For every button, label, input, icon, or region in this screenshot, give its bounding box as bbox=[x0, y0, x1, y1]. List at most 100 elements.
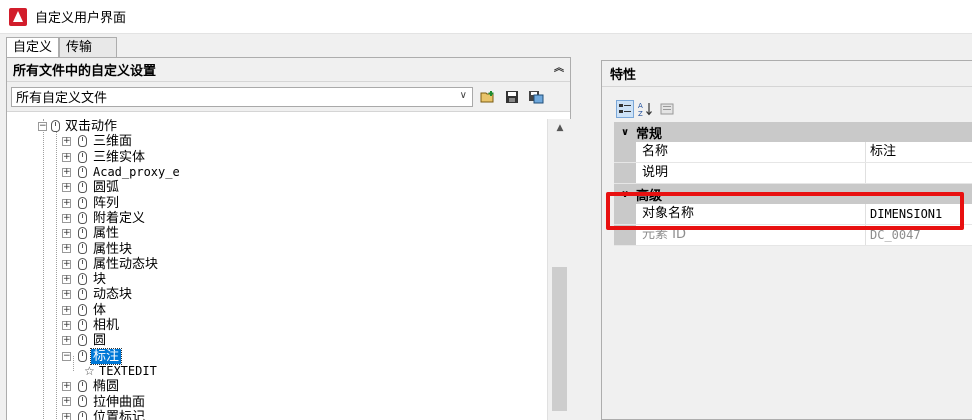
expand-node-icon[interactable]: + bbox=[62, 167, 71, 177]
tree-node-object-type[interactable]: + Acad_proxy_e bbox=[7, 165, 547, 180]
mouse-icon bbox=[78, 288, 87, 301]
expand-node-icon[interactable]: + bbox=[62, 183, 71, 193]
tree-node-object-type[interactable]: + 位置标记 bbox=[7, 410, 547, 420]
tree-node-command[interactable]: ☆ TEXTEDIT bbox=[7, 364, 547, 379]
tree-node-object-type[interactable]: + 拉伸曲面 bbox=[7, 394, 547, 410]
chevron-down-icon: ∨ bbox=[459, 89, 467, 101]
open-file-icon[interactable] bbox=[479, 88, 497, 106]
category-general[interactable]: ∨ 常规 bbox=[614, 122, 972, 142]
scrollbar-thumb[interactable] bbox=[552, 267, 567, 411]
mouse-icon bbox=[78, 380, 87, 393]
scroll-up-icon[interactable]: ▲ bbox=[548, 119, 572, 137]
properties-header: 特性 bbox=[602, 61, 972, 87]
tree-node-label: 动态块 bbox=[93, 287, 133, 303]
tree-node-label: 属性动态块 bbox=[93, 256, 159, 272]
tree-node-object-type[interactable]: + 三维面 bbox=[7, 134, 547, 149]
tree-node-label: 附着定义 bbox=[93, 210, 146, 226]
mouse-icon bbox=[78, 410, 87, 420]
collapse-node-icon[interactable]: − bbox=[38, 122, 47, 131]
tree-node-label: 拉伸曲面 bbox=[93, 394, 146, 410]
tree-node-double-click-actions[interactable]: − 双击动作 bbox=[7, 119, 547, 134]
tree-node-object-type[interactable]: + 阵列 bbox=[7, 196, 547, 211]
customizations-header-label: 所有文件中的自定义设置 bbox=[13, 64, 157, 79]
tree-node-label: 圆 bbox=[93, 333, 107, 349]
tree-node-object-type[interactable]: + 圆弧 bbox=[7, 180, 547, 195]
property-row-object-name[interactable]: 对象名称 DIMENSION1 bbox=[614, 204, 972, 225]
tab-transfer[interactable]: 传输 bbox=[59, 37, 118, 57]
customization-file-dropdown[interactable]: 所有自定义文件 ∨ bbox=[11, 86, 473, 107]
expand-node-icon[interactable]: + bbox=[62, 336, 71, 346]
expand-node-icon[interactable]: + bbox=[62, 397, 71, 407]
mouse-icon bbox=[78, 165, 87, 178]
property-value: DC_0047 bbox=[866, 225, 972, 245]
expand-node-icon[interactable]: + bbox=[62, 275, 71, 284]
expand-node-icon[interactable]: + bbox=[62, 305, 71, 315]
expand-node-icon[interactable]: + bbox=[62, 290, 71, 300]
property-row-description[interactable]: 说明 bbox=[614, 163, 972, 184]
expand-node-icon[interactable]: + bbox=[62, 382, 71, 392]
expand-node-icon[interactable]: + bbox=[62, 244, 71, 254]
expand-node-icon[interactable]: + bbox=[62, 152, 71, 162]
property-row-name[interactable]: 名称 标注 bbox=[614, 142, 972, 163]
tree-node-object-type[interactable]: + 属性动态块 bbox=[7, 257, 547, 272]
expand-node-icon[interactable]: + bbox=[62, 320, 71, 330]
tab-customize[interactable]: 自定义 bbox=[6, 37, 60, 58]
tree-node-object-type[interactable]: + 体 bbox=[7, 303, 547, 318]
tree-node-object-type[interactable]: + 圆 bbox=[7, 333, 547, 348]
property-row-element-id: 元素 ID DC_0047 bbox=[614, 225, 972, 246]
property-name: 对象名称 bbox=[636, 204, 866, 224]
panel-splitter[interactable] bbox=[571, 57, 601, 420]
mouse-icon bbox=[78, 135, 87, 148]
tree-node-object-type[interactable]: + 块 bbox=[7, 272, 547, 287]
properties-toolbar: AZ bbox=[616, 99, 679, 119]
collapse-node-icon[interactable]: − bbox=[62, 351, 71, 361]
expand-node-icon[interactable]: + bbox=[62, 137, 71, 147]
tree-node-label: 椭圆 bbox=[93, 379, 120, 395]
save-icon[interactable] bbox=[503, 88, 521, 106]
properties-panel: 特性 AZ ∨ 常规 名称 标注 说明 ∨ 高级 对象名称 DIMENSION1… bbox=[601, 60, 972, 420]
expand-node-icon[interactable]: + bbox=[62, 412, 71, 420]
expand-node-icon[interactable]: + bbox=[62, 259, 71, 269]
alphabetical-sort-icon[interactable]: AZ bbox=[637, 100, 655, 118]
property-pages-icon[interactable] bbox=[658, 100, 676, 118]
property-value[interactable] bbox=[866, 163, 972, 183]
tree-node-object-type[interactable]: + 相机 bbox=[7, 318, 547, 333]
command-star-icon: ☆ bbox=[84, 363, 95, 378]
tree-node-label: 体 bbox=[93, 302, 107, 318]
title-bar: 自定义用户界面 bbox=[0, 0, 972, 34]
property-name: 说明 bbox=[636, 163, 866, 183]
mouse-icon bbox=[78, 349, 87, 362]
tree-node-object-type[interactable]: + 动态块 bbox=[7, 287, 547, 302]
save-as-icon[interactable] bbox=[527, 88, 545, 106]
tree-node-label: 三维面 bbox=[93, 134, 133, 150]
chevron-down-icon[interactable]: ∨ bbox=[614, 189, 636, 200]
mouse-icon bbox=[78, 150, 87, 163]
expand-node-icon[interactable]: + bbox=[62, 229, 71, 239]
property-value[interactable]: 标注 bbox=[866, 142, 972, 162]
mouse-icon bbox=[78, 303, 87, 316]
tree-node-object-type[interactable]: + 属性块 bbox=[7, 241, 547, 257]
mouse-icon bbox=[78, 211, 87, 224]
property-name: 元素 ID bbox=[636, 225, 866, 245]
tree-node-label: 圆弧 bbox=[93, 180, 120, 196]
tree-node-label: 标注 bbox=[89, 347, 123, 365]
chevron-down-icon[interactable]: ∨ bbox=[614, 127, 636, 138]
tree-node-label: TEXTEDIT bbox=[99, 363, 157, 378]
property-value[interactable]: DIMENSION1 bbox=[866, 204, 972, 224]
category-advanced[interactable]: ∨ 高级 bbox=[614, 184, 972, 204]
expand-node-icon[interactable]: + bbox=[62, 198, 71, 208]
mouse-icon bbox=[78, 273, 87, 285]
customizations-header: 所有文件中的自定义设置 ︽ bbox=[7, 58, 570, 82]
collapse-panel-icon[interactable]: ︽ bbox=[552, 62, 566, 76]
tree-scrollbar[interactable]: ▲ bbox=[547, 119, 571, 420]
mouse-icon bbox=[78, 334, 87, 347]
categorized-view-icon[interactable] bbox=[616, 100, 634, 118]
expand-node-icon[interactable]: + bbox=[62, 213, 71, 223]
tree-node-object-type[interactable]: + 附着定义 bbox=[7, 211, 547, 226]
tree-node-object-type[interactable]: + 三维实体 bbox=[7, 150, 547, 165]
tree-node-object-type[interactable]: − 标注 bbox=[7, 347, 547, 365]
tree-node-object-type[interactable]: + 属性 bbox=[7, 226, 547, 241]
tree-node-object-type[interactable]: + 椭圆 bbox=[7, 379, 547, 394]
svg-text:Z: Z bbox=[638, 110, 643, 117]
tree-node-label: 双击动作 bbox=[65, 119, 118, 134]
